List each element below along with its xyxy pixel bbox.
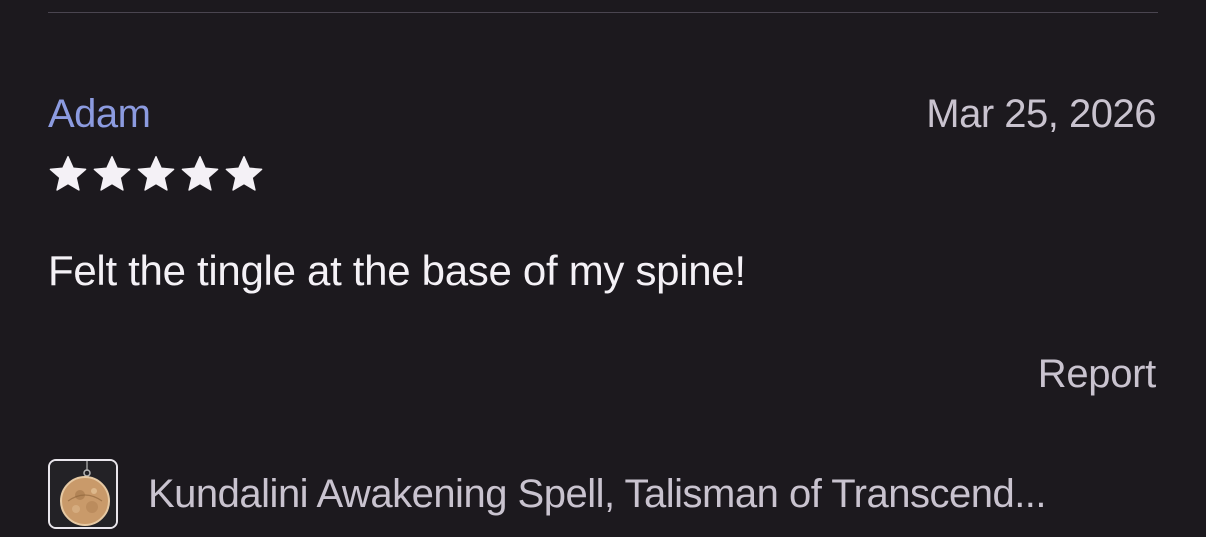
product-link[interactable]: Kundalini Awakening Spell, Talisman of T… (48, 457, 1158, 531)
report-link[interactable]: Report (1038, 350, 1157, 398)
star-icon (181, 156, 219, 191)
review-date: Mar 25, 2026 (926, 92, 1156, 136)
star-icon (93, 156, 131, 191)
review-text: Felt the tingle at the base of my spine! (48, 247, 746, 294)
star-rating (48, 154, 264, 194)
star-icon (49, 156, 87, 191)
product-title[interactable]: Kundalini Awakening Spell, Talisman of T… (148, 470, 1046, 518)
top-divider (48, 12, 1158, 13)
product-thumbnail[interactable] (48, 459, 118, 529)
reviewer-name[interactable]: Adam (48, 90, 151, 138)
star-icon (137, 156, 175, 191)
star-icon (225, 156, 263, 191)
pendant-icon (50, 461, 116, 527)
